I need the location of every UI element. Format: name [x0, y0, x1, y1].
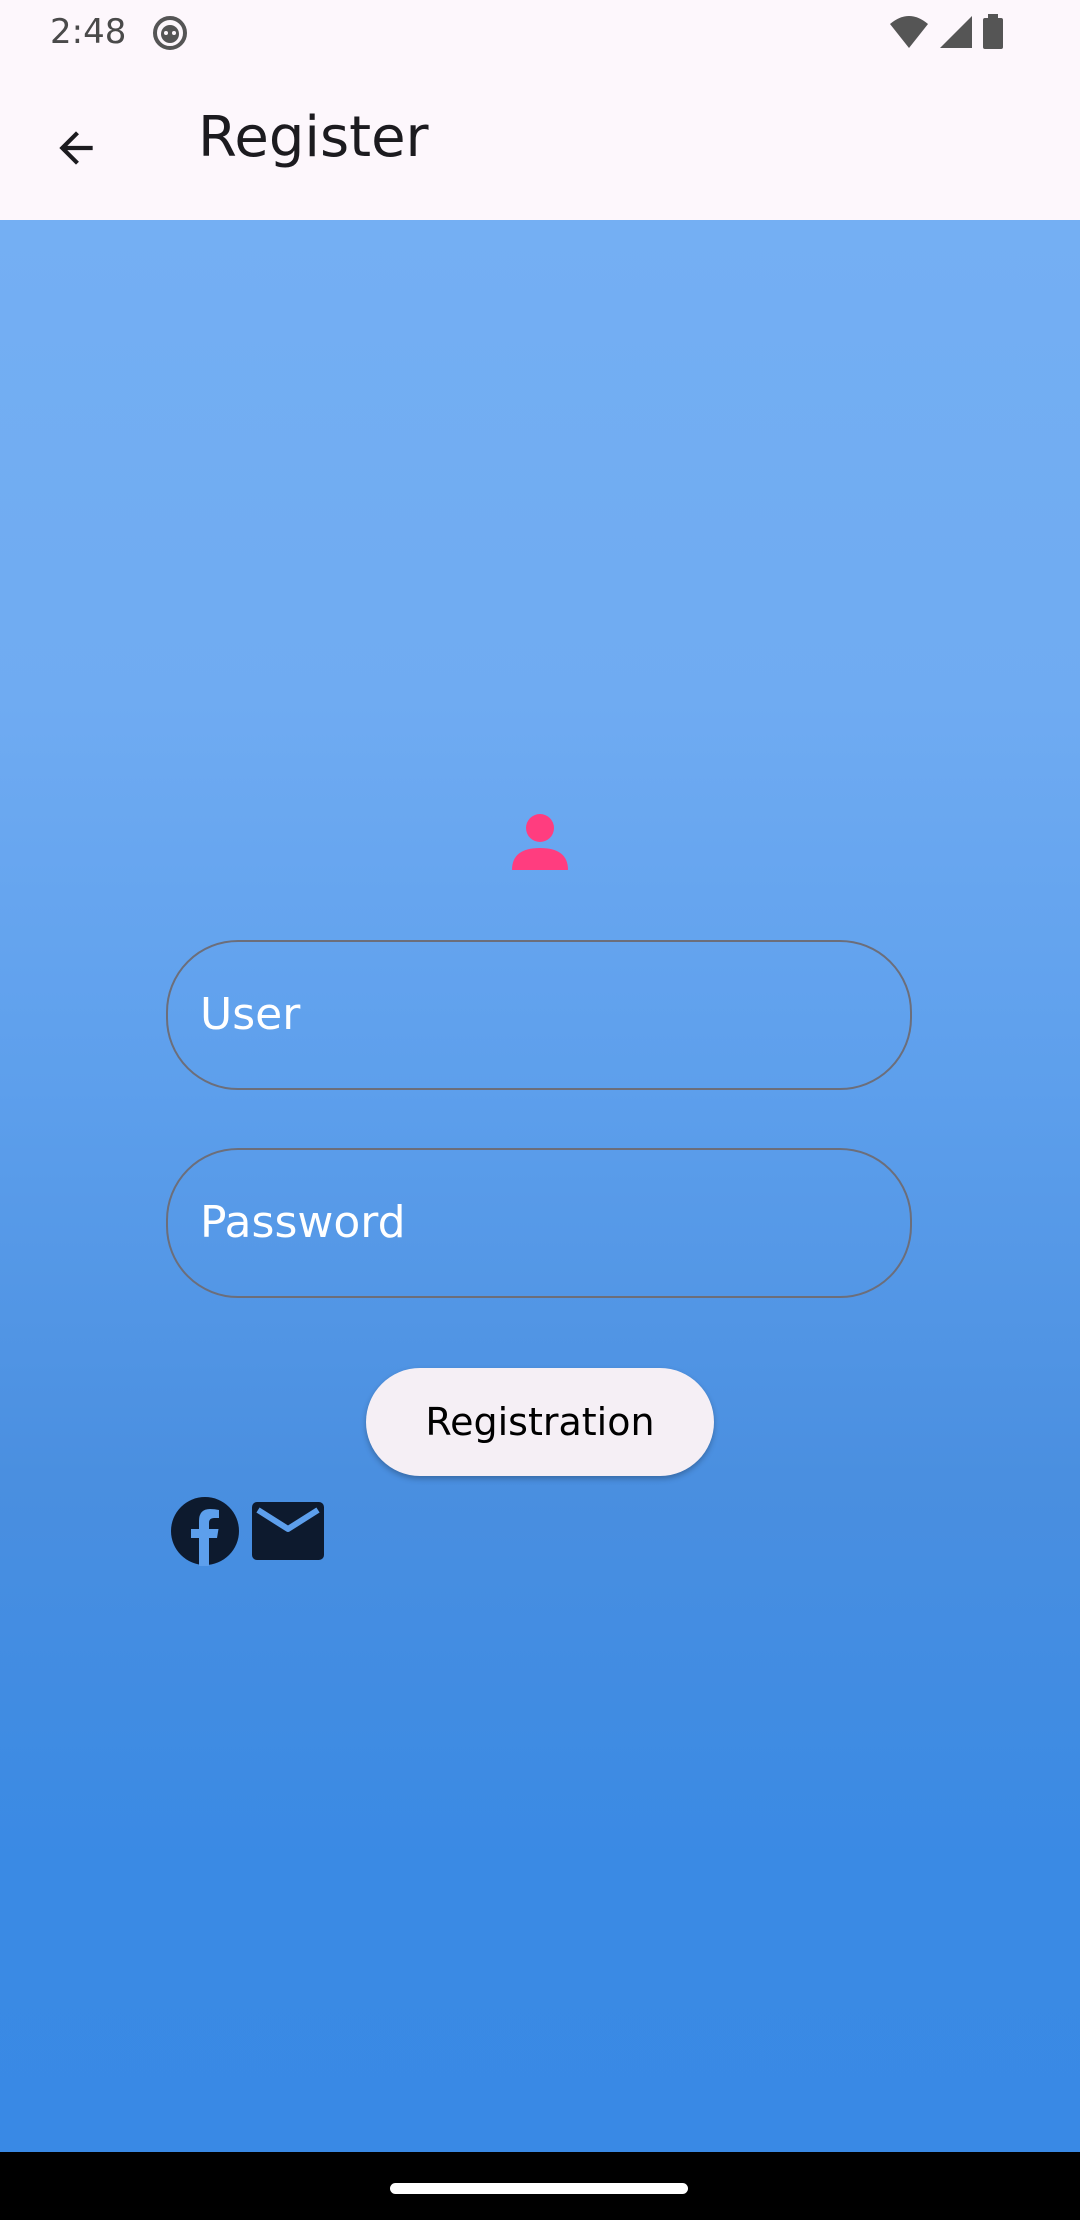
arrow-back-icon [59, 131, 93, 165]
status-time: 2:48 [50, 12, 127, 52]
mail-icon[interactable] [252, 1502, 324, 1560]
user-input[interactable]: User [166, 940, 912, 1090]
password-input[interactable]: Password [166, 1148, 912, 1298]
register-form-area: User Password Registration [0, 220, 1080, 2152]
home-gesture-handle[interactable] [390, 2183, 688, 2194]
registration-button[interactable]: Registration [366, 1368, 714, 1476]
status-icons [888, 14, 1004, 50]
app-bar: Register [0, 66, 1080, 220]
back-button[interactable] [40, 112, 112, 184]
signal-icon [940, 16, 972, 48]
password-placeholder: Password [200, 1197, 406, 1248]
status-bar: 2:48 [0, 0, 1080, 66]
navigation-bar [0, 2152, 1080, 2220]
wifi-icon [890, 16, 928, 48]
facebook-icon[interactable] [170, 1496, 240, 1566]
register-screen: 2:48 Register User Password Registration [0, 0, 1080, 2220]
page-title: Register [198, 105, 429, 170]
user-placeholder: User [200, 989, 301, 1040]
cat-icon [153, 16, 187, 50]
battery-icon [983, 14, 1003, 49]
person-icon [512, 814, 568, 870]
